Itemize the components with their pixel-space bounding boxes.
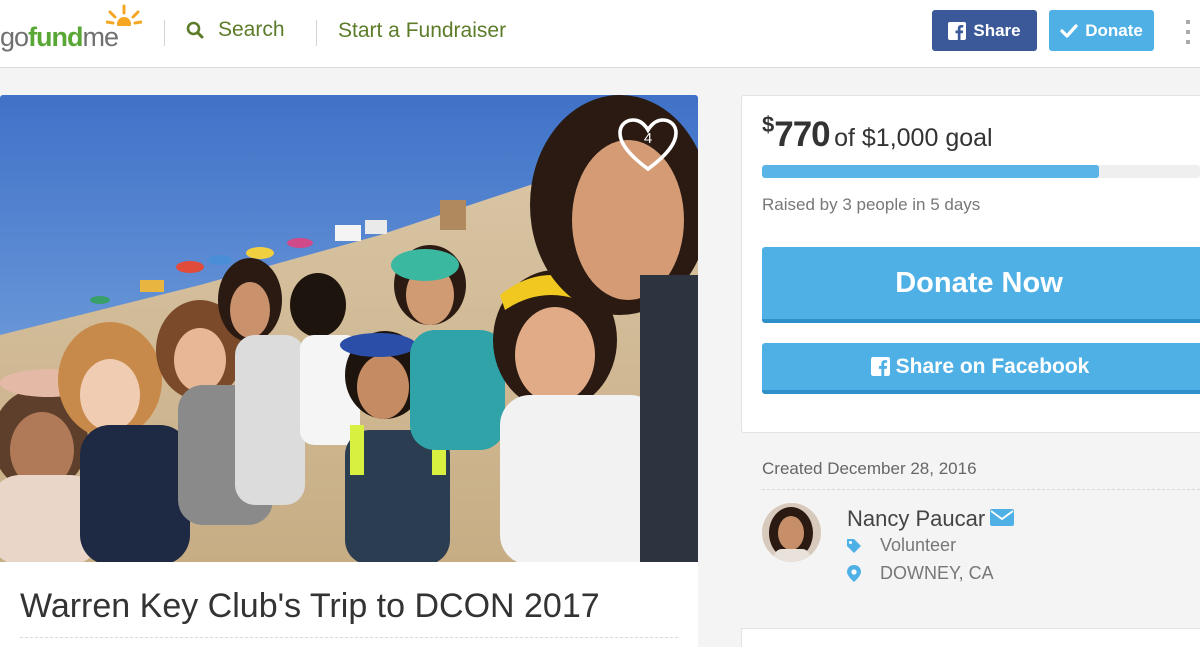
campaign-title: Warren Key Club's Trip to DCON 2017 [20, 587, 600, 625]
mail-icon[interactable] [990, 509, 1014, 526]
facebook-icon [870, 357, 890, 376]
organizer-name[interactable]: Nancy Paucar [847, 506, 985, 532]
start-fundraiser-link[interactable]: Start a Fundraiser [338, 19, 506, 43]
nav-divider [316, 20, 317, 46]
donate-now-button[interactable]: Donate Now [762, 247, 1200, 323]
group-selfie-image [0, 95, 698, 562]
raised-amount: 770 [774, 115, 830, 154]
organizer-role-text: Volunteer [880, 535, 957, 555]
currency-symbol: $ [762, 112, 775, 137]
avatar-image [762, 503, 821, 562]
share-on-facebook-button[interactable]: Share on Facebook [762, 343, 1200, 394]
logo-text-me: me [82, 22, 120, 52]
progress-bar [762, 165, 1200, 178]
tag-icon [847, 538, 861, 553]
amount-raised: $770 of $1,000 goal [762, 112, 993, 155]
goal-text: of $1,000 goal [834, 124, 993, 152]
header-donate-label: Donate [1085, 20, 1143, 40]
organizer-divider [762, 489, 1200, 490]
header-share-button[interactable]: Share [932, 10, 1037, 51]
title-divider [20, 637, 678, 638]
header-share-label: Share [973, 20, 1021, 40]
search-icon [186, 21, 204, 39]
top-navigation-bar: gofundme Search Start a Fundraiser Share… [0, 0, 1200, 68]
organizer-role: Volunteer [847, 535, 956, 556]
logo-text-fund: fund [28, 22, 83, 52]
nav-divider [164, 20, 165, 46]
search-link[interactable]: Search [186, 18, 285, 42]
campaign-photo [0, 95, 698, 562]
logo-text-go: go [0, 22, 29, 52]
next-card [741, 628, 1200, 647]
logo-wordmark: gofundme [0, 22, 120, 53]
header-donate-button[interactable]: Donate [1049, 10, 1154, 51]
organizer-avatar[interactable] [762, 503, 821, 562]
organizer-location: DOWNEY, CA [847, 563, 994, 584]
progress-fill [762, 165, 1100, 178]
facebook-icon [948, 21, 967, 40]
created-date: Created December 28, 2016 [762, 459, 977, 478]
location-pin-icon [847, 565, 861, 582]
search-label: Search [218, 18, 285, 41]
like-count: 4 [643, 130, 653, 147]
more-menu-icon[interactable] [1186, 20, 1192, 46]
check-icon [1060, 23, 1078, 38]
organizer-location-text: DOWNEY, CA [880, 563, 994, 583]
raised-by-text: Raised by 3 people in 5 days [762, 195, 981, 214]
share-on-facebook-label: Share on Facebook [895, 354, 1090, 378]
